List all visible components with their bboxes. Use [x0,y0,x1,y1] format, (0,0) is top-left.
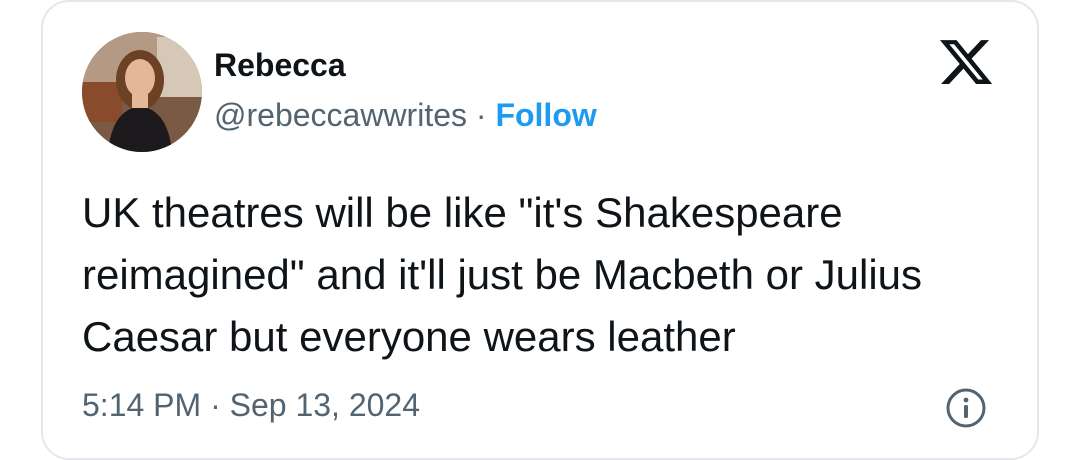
x-logo-icon[interactable] [937,35,995,89]
separator: · [201,387,230,423]
follow-button[interactable]: Follow [495,97,596,133]
tweet-meta: 5:14 PM · Sep 13, 2024 [82,387,420,424]
author-name[interactable]: Rebecca [214,47,346,84]
tweet-time[interactable]: 5:14 PM [82,387,201,423]
author-handle[interactable]: @rebeccawwrites [214,97,467,133]
author-line: @rebeccawwrites · Follow [214,97,597,134]
info-icon[interactable] [944,386,988,430]
avatar[interactable] [82,32,202,152]
tweet-text: UK theatres will be like "it's Shakespea… [82,189,923,360]
tweet-date[interactable]: Sep 13, 2024 [230,387,420,423]
separator: · [467,97,496,133]
